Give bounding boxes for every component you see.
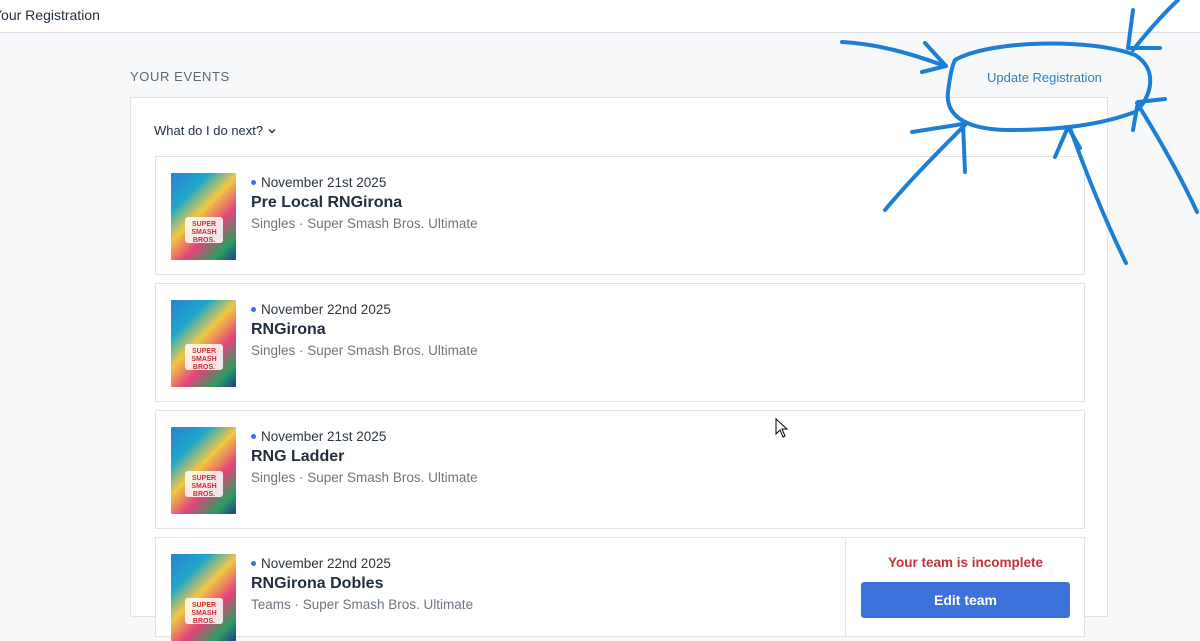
- update-registration-link[interactable]: Update Registration: [987, 70, 1102, 85]
- status-dot-icon: [251, 306, 256, 312]
- event-meta: Teams · Super Smash Bros. Ultimate: [251, 597, 474, 612]
- event-name[interactable]: RNG Ladder: [251, 448, 344, 466]
- event-card[interactable]: SUPER SMASH BROS. November 22nd 2025 RNG…: [155, 283, 1085, 402]
- event-meta: Singles · Super Smash Bros. Ultimate: [251, 470, 478, 485]
- mouse-cursor-icon: [775, 418, 789, 438]
- event-card[interactable]: SUPER SMASH BROS. November 22nd 2025 RNG…: [155, 537, 1085, 641]
- top-bar: Your Registration: [0, 0, 1200, 33]
- event-date: November 22nd 2025: [251, 556, 391, 571]
- event-card[interactable]: SUPER SMASH BROS. November 21st 2025 RNG…: [155, 410, 1085, 529]
- what-next-dropdown[interactable]: What do I do next?: [154, 123, 276, 138]
- event-thumbnail: SUPER SMASH BROS.: [171, 554, 236, 641]
- game-logo: SUPER SMASH BROS.: [185, 471, 223, 498]
- event-meta: Singles · Super Smash Bros. Ultimate: [251, 216, 478, 231]
- chevron-down-icon: [268, 128, 276, 133]
- game-logo: SUPER SMASH BROS.: [185, 598, 223, 625]
- edit-team-button[interactable]: Edit team: [861, 582, 1070, 618]
- game-logo: SUPER SMASH BROS.: [185, 217, 223, 244]
- event-date: November 22nd 2025: [251, 302, 391, 317]
- game-logo: SUPER SMASH BROS.: [185, 344, 223, 371]
- event-thumbnail: SUPER SMASH BROS.: [171, 300, 236, 387]
- event-card[interactable]: SUPER SMASH BROS. November 21st 2025 Pre…: [155, 156, 1085, 275]
- what-next-label: What do I do next?: [154, 123, 264, 138]
- event-name[interactable]: Pre Local RNGirona: [251, 194, 402, 212]
- event-date: November 21st 2025: [251, 429, 386, 444]
- event-meta: Singles · Super Smash Bros. Ultimate: [251, 343, 478, 358]
- page-title: Your Registration: [0, 7, 100, 23]
- event-name[interactable]: RNGirona Dobles: [251, 575, 383, 593]
- team-incomplete-warning: Your team is incomplete: [887, 555, 1044, 570]
- status-dot-icon: [251, 560, 256, 566]
- event-date: November 21st 2025: [251, 175, 386, 190]
- event-thumbnail: SUPER SMASH BROS.: [171, 427, 236, 514]
- status-dot-icon: [251, 179, 256, 185]
- status-dot-icon: [251, 433, 256, 439]
- event-name[interactable]: RNGirona: [251, 321, 326, 339]
- team-status-panel: Your team is incomplete Edit team: [845, 538, 1085, 636]
- event-thumbnail: SUPER SMASH BROS.: [171, 173, 236, 260]
- events-panel: What do I do next? SUPER SMASH BROS. Nov…: [130, 97, 1108, 641]
- your-events-heading: YOUR EVENTS: [130, 69, 230, 84]
